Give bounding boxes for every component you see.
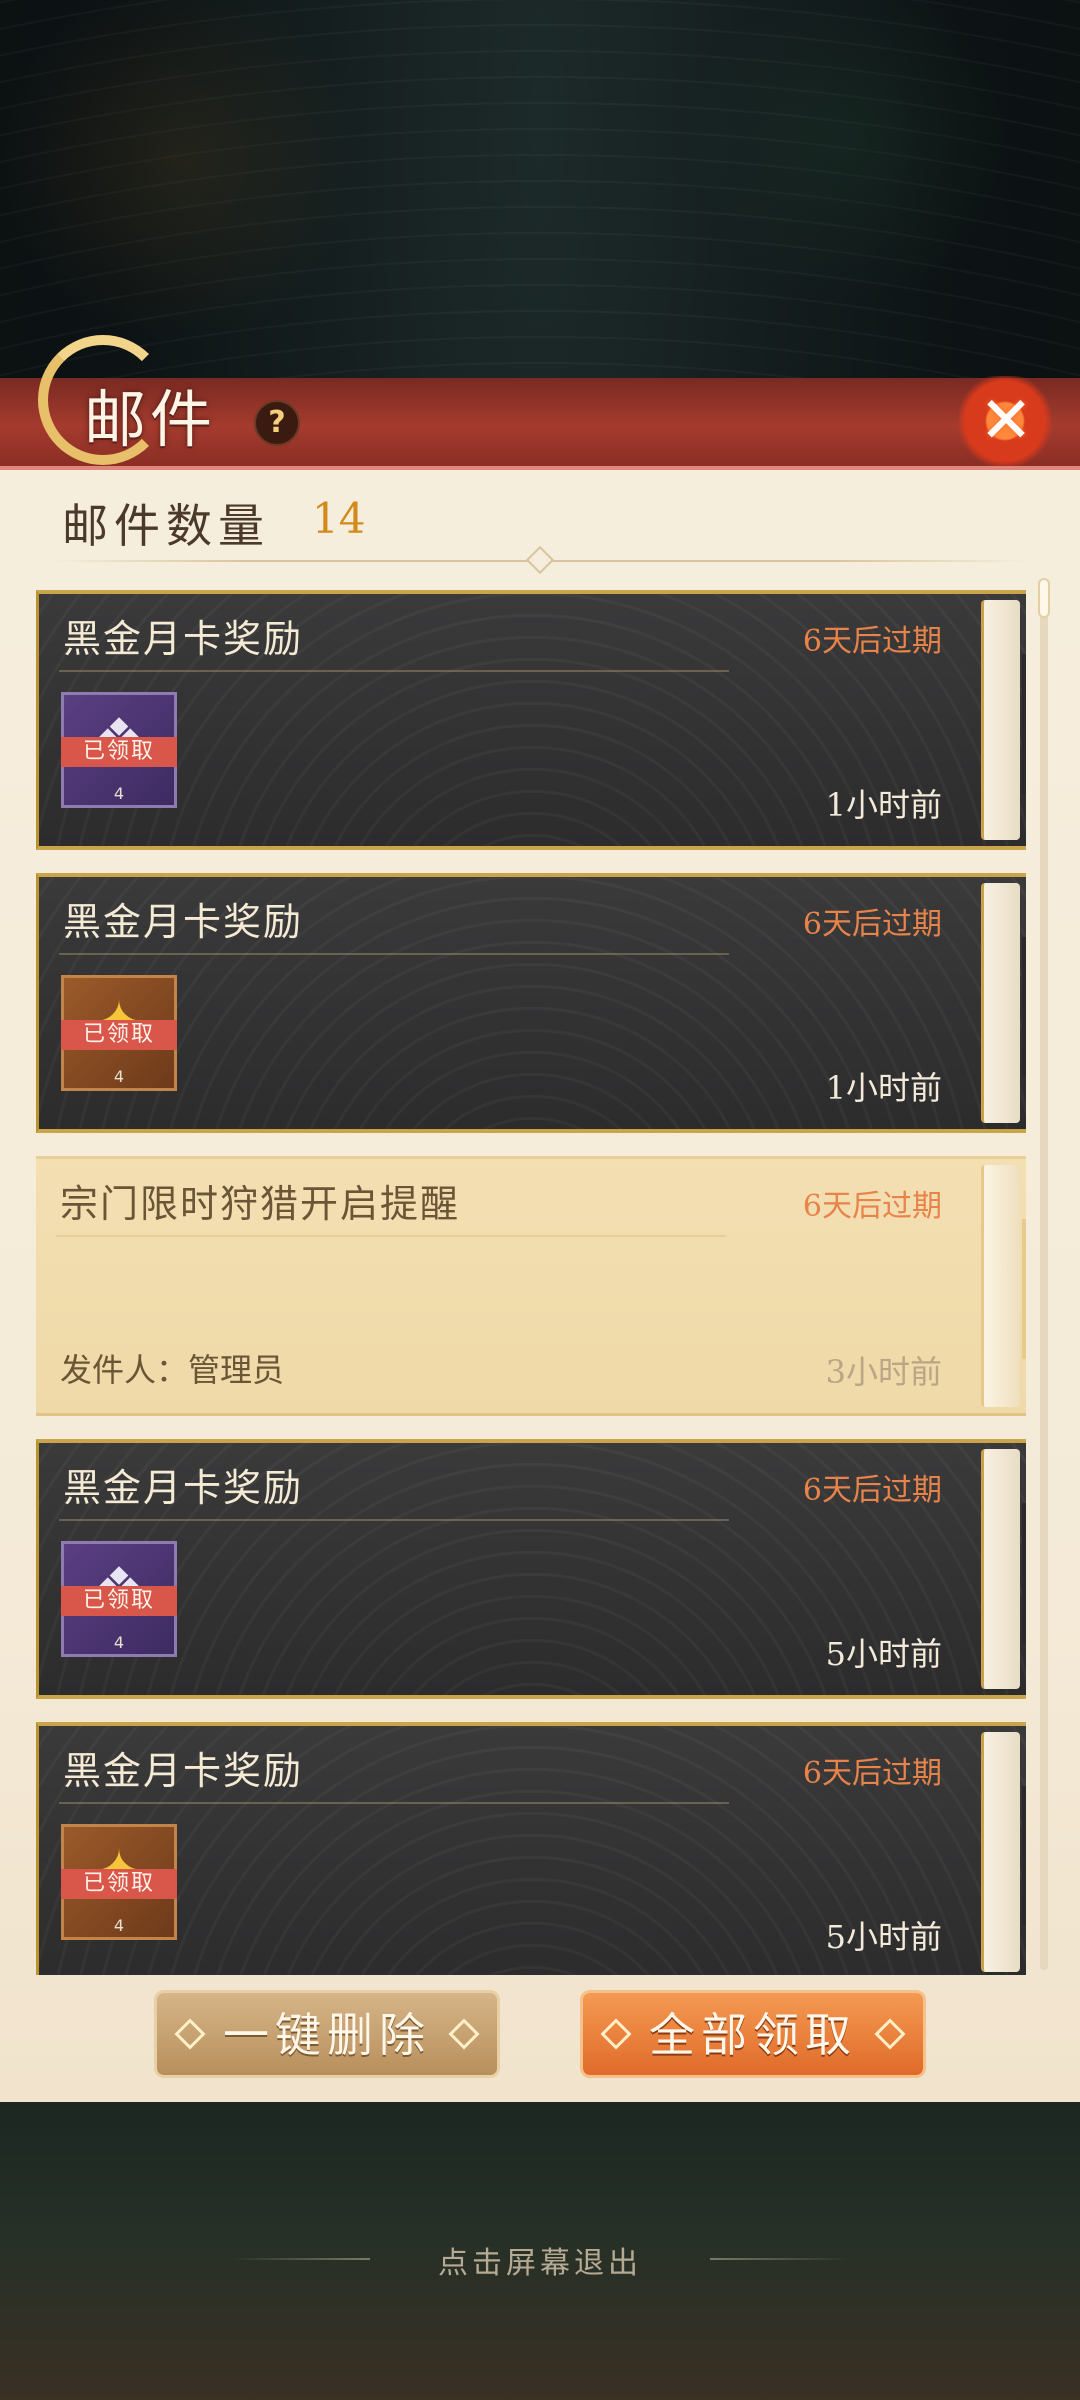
- mail-expire: 6天后过期: [802, 624, 942, 659]
- mail-item[interactable]: 黑金月卡奖励 6天后过期 ❖ 已领取 4 1小时前: [36, 590, 1026, 850]
- scroll-roll-ornament: [981, 883, 1020, 1123]
- reward-item[interactable]: ❖ 已领取 4: [61, 1541, 177, 1657]
- mail-time: 5小时前: [825, 1918, 942, 1956]
- mail-edge-ornament: [1022, 1219, 1026, 1359]
- item-quantity: 4: [113, 784, 125, 803]
- mail-edge-ornament: [1022, 654, 1026, 794]
- exit-hint-line: [710, 2258, 850, 2260]
- item-quantity: 4: [113, 1067, 125, 1086]
- mail-sender: 发件人：管理员: [60, 1351, 285, 1389]
- mail-item[interactable]: 宗门限时狩猎开启提醒 6天后过期 发件人：管理员 3小时前: [36, 1156, 1026, 1416]
- claim-all-button[interactable]: 全部领取: [580, 1990, 926, 2078]
- mail-expire: 6天后过期: [802, 1756, 942, 1791]
- mail-time: 3小时前: [825, 1353, 942, 1391]
- mail-item[interactable]: 黑金月卡奖励 6天后过期 ✦ 已领取 4 5小时前: [36, 1722, 1026, 1975]
- mail-time: 1小时前: [825, 786, 942, 824]
- diamond-ornament-icon: [874, 2018, 906, 2050]
- item-quantity: 4: [113, 1633, 125, 1652]
- mail-edge-ornament: [1022, 1503, 1026, 1643]
- scroll-roll-ornament: [981, 1165, 1020, 1407]
- mail-edge-ornament: [1022, 937, 1026, 1077]
- claimed-badge: 已领取: [61, 1869, 177, 1899]
- scroll-roll-ornament: [981, 600, 1020, 840]
- mail-time: 1小时前: [825, 1069, 942, 1107]
- diamond-ornament-icon: [174, 2018, 206, 2050]
- mail-divider: [59, 953, 729, 955]
- close-button[interactable]: ✕: [955, 370, 1055, 470]
- diamond-ornament-icon: [600, 2018, 632, 2050]
- reward-item[interactable]: ✦ 已领取 4: [61, 975, 177, 1091]
- help-button[interactable]: ?: [254, 400, 300, 446]
- mail-divider: [59, 670, 729, 672]
- scroll-roll-ornament: [981, 1449, 1020, 1689]
- diamond-ornament-icon: [448, 2018, 480, 2050]
- mail-count-value: 14: [312, 494, 366, 543]
- mail-item[interactable]: 黑金月卡奖励 6天后过期 ❖ 已领取 4 5小时前: [36, 1439, 1026, 1699]
- mail-title: 宗门限时狩猎开启提醒: [60, 1182, 461, 1226]
- mail-time: 5小时前: [825, 1635, 942, 1673]
- reward-item[interactable]: ❖ 已领取 4: [61, 692, 177, 808]
- mail-count-label: 邮件数量: [62, 499, 270, 553]
- mail-divider: [59, 1802, 729, 1804]
- mail-divider: [59, 1519, 729, 1521]
- page-title: 邮件: [84, 383, 217, 456]
- scrollbar-thumb[interactable]: [1038, 578, 1050, 618]
- delete-all-button[interactable]: 一键删除: [154, 1990, 500, 2078]
- mail-expire: 6天后过期: [802, 1473, 942, 1508]
- scroll-roll-ornament: [981, 1732, 1020, 1972]
- claim-all-label: 全部领取: [649, 2008, 857, 2062]
- claimed-badge: 已领取: [61, 1020, 177, 1050]
- mail-title: 黑金月卡奖励: [63, 1749, 304, 1793]
- claimed-badge: 已领取: [61, 1586, 177, 1616]
- mail-title: 黑金月卡奖励: [63, 1466, 304, 1510]
- close-icon: ✕: [979, 384, 1033, 458]
- claimed-badge: 已领取: [61, 737, 177, 767]
- scrollbar-track[interactable]: [1040, 580, 1048, 1970]
- mail-title: 黑金月卡奖励: [63, 617, 304, 661]
- mail-expire: 6天后过期: [802, 907, 942, 942]
- mail-divider: [56, 1235, 726, 1237]
- mail-item[interactable]: 黑金月卡奖励 6天后过期 ✦ 已领取 4 1小时前: [36, 873, 1026, 1133]
- item-quantity: 4: [113, 1916, 125, 1935]
- exit-hint[interactable]: 点击屏幕退出: [0, 2238, 1080, 2282]
- mail-expire: 6天后过期: [802, 1189, 942, 1224]
- mail-title: 黑金月卡奖励: [63, 900, 304, 944]
- reward-item[interactable]: ✦ 已领取 4: [61, 1824, 177, 1940]
- delete-all-label: 一键删除: [223, 2008, 431, 2062]
- mail-edge-ornament: [1022, 1786, 1026, 1926]
- mail-list[interactable]: 黑金月卡奖励 6天后过期 ❖ 已领取 4 1小时前 黑金月卡奖励 6天后过期 ✦…: [36, 590, 1026, 1975]
